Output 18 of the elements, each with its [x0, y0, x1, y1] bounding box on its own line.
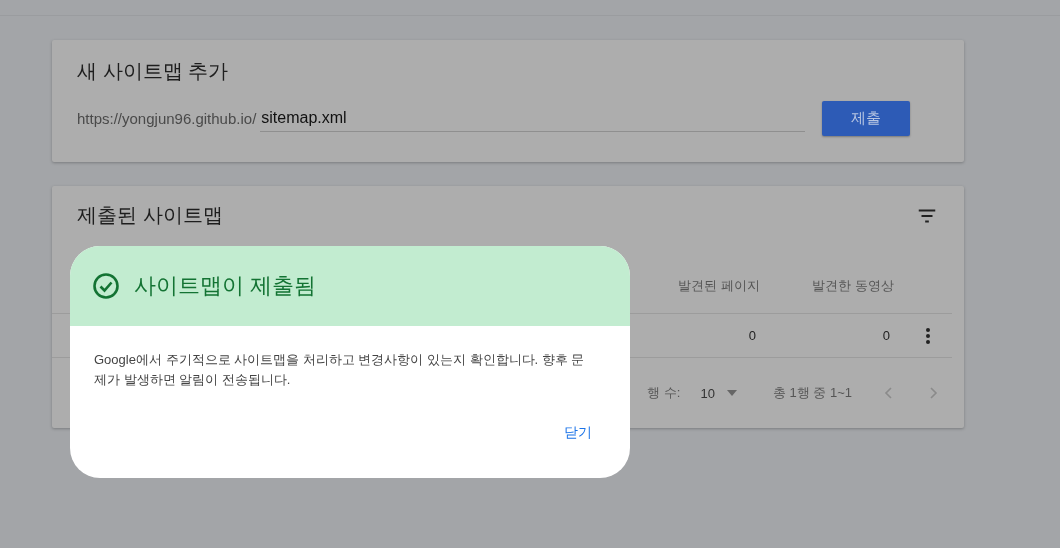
url-prefix: https://yongjun96.github.io/	[77, 110, 257, 127]
caret-icon[interactable]	[726, 390, 737, 396]
table-cell-text: 0	[747, 327, 757, 345]
sitemap-url-input[interactable]: sitemap.xml	[260, 105, 806, 132]
table-cell-text: 0	[881, 327, 891, 345]
dialog-title: 사이트맵이 제출됨	[134, 272, 317, 300]
check-circle-icon	[92, 272, 120, 300]
column-header[interactable]: 발견한 동영상	[760, 229, 894, 313]
column-header[interactable]: 발견된 페이지	[626, 229, 760, 313]
card-title: 제출된 사이트맵	[77, 203, 223, 228]
more-icon[interactable]	[926, 327, 930, 344]
close-button[interactable]: 닫기	[558, 420, 598, 446]
rows-per-page-label: 행 수:	[647, 384, 681, 402]
card-title: 새 사이트맵 추가	[76, 59, 230, 84]
rows-per-page-select[interactable]: 10	[700, 385, 737, 401]
page-range: 총 1행 중 1~1	[772, 384, 852, 402]
dialog-message: Google에서 주기적으로 사이트맵을 처리하고 변경사항이 있는지 확인합니다. 향후 문제가 발생하면 알림이 전송됩니다.	[94, 351, 586, 389]
submit-button[interactable]: 제출	[822, 101, 911, 136]
